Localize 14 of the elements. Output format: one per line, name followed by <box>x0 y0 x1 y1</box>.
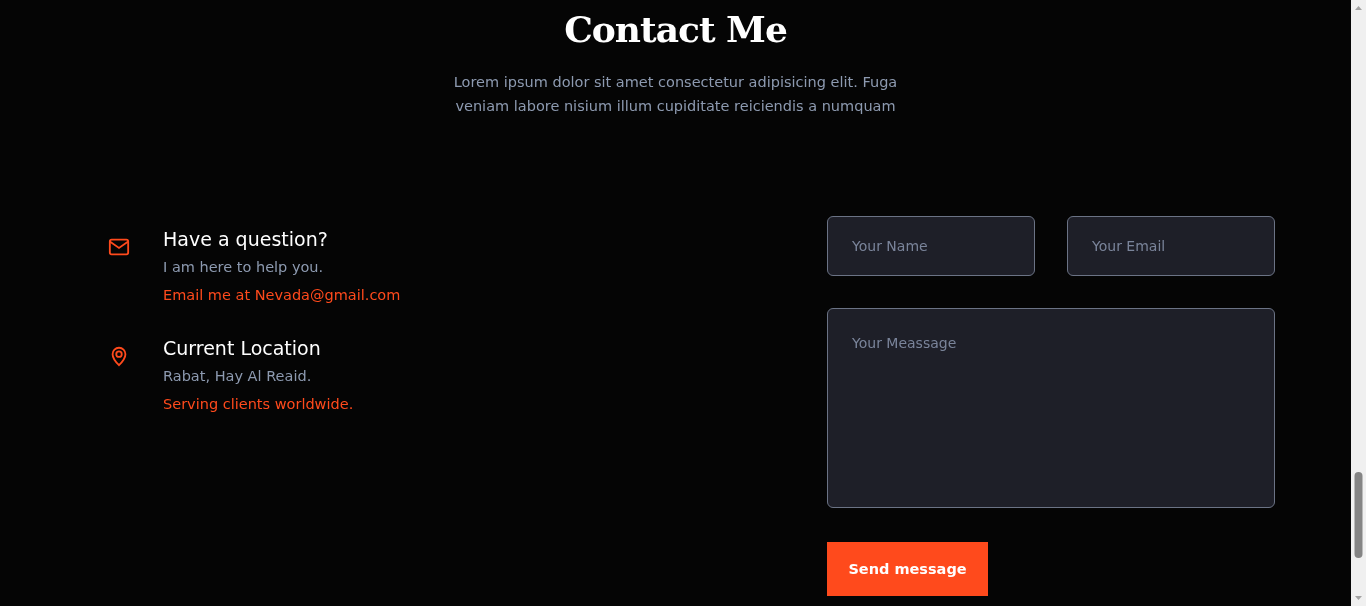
page-heading: Contact Me <box>564 7 787 52</box>
send-button[interactable]: Send message <box>827 542 988 596</box>
contact-highlight: Email me at Nevada@gmail.com <box>163 286 401 305</box>
message-field[interactable]: Your Meassage <box>827 308 1275 508</box>
email-field[interactable]: Your Email <box>1067 216 1275 276</box>
contact-text: I am here to help you. <box>163 258 325 277</box>
envelope-icon <box>108 236 130 258</box>
scrollbar[interactable] <box>1351 0 1366 606</box>
contact-title: Have a question? <box>163 227 329 252</box>
intro-text: Lorem ipsum dolor sit amet consectetur adipisicing elit. Fuga veniam labore nisium illum cupiditate reiciendis a numquam <box>452 73 899 116</box>
contact-title: Current Location <box>163 336 322 361</box>
contact-highlight: Serving clients worldwide. <box>163 395 354 414</box>
contact-text: Rabat, Hay Al Reaid. <box>163 367 313 386</box>
name-field[interactable]: Your Name <box>827 216 1035 276</box>
